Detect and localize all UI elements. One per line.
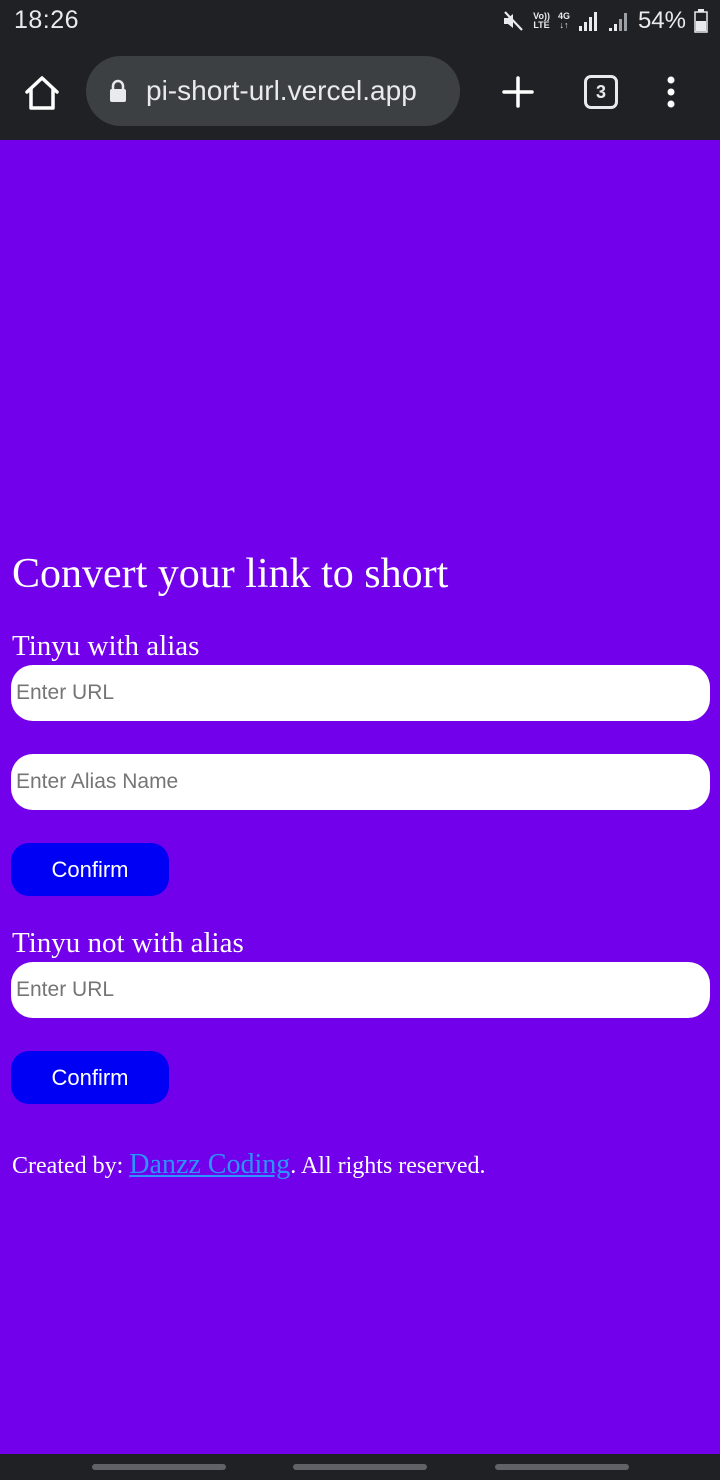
without-alias-label: Tinyu not with alias: [12, 927, 244, 959]
plus-icon[interactable]: [498, 72, 538, 112]
page-content: Convert your link to short Tinyu with al…: [0, 142, 720, 1454]
page-title: Convert your link to short: [12, 551, 449, 597]
home-nav-button[interactable]: [293, 1464, 427, 1470]
status-icons: Vo)) LTE 4G ↓↑ 54%: [501, 6, 708, 36]
back-nav-button[interactable]: [495, 1464, 629, 1470]
url-input-without-alias[interactable]: [11, 962, 710, 1018]
status-bar: 18:26 Vo)) LTE 4G ↓↑ 54%: [0, 0, 720, 44]
battery-percent: 54%: [637, 7, 686, 34]
author-link[interactable]: Danzz Coding: [129, 1149, 290, 1180]
confirm-with-alias-button[interactable]: Confirm: [11, 843, 169, 896]
home-icon[interactable]: [22, 73, 62, 113]
mute-icon: [504, 11, 523, 31]
alias-name-input[interactable]: [11, 754, 710, 810]
footer: Created by: Danzz Coding. All rights res…: [12, 1149, 486, 1181]
signal-icon: [608, 13, 627, 31]
browser-toolbar: pi-short-url.vercel.app 3: [0, 44, 720, 140]
recents-nav-button[interactable]: [92, 1464, 226, 1470]
network-indicator: 4G ↓↑: [557, 11, 570, 30]
battery-icon: [694, 9, 708, 33]
footer-prefix: Created by:: [12, 1153, 130, 1179]
status-time: 18:26: [14, 6, 80, 34]
navigation-bar: [0, 1454, 720, 1480]
tabs-icon[interactable]: 3: [584, 75, 618, 109]
lock-icon: [110, 79, 126, 102]
address-bar[interactable]: pi-short-url.vercel.app: [86, 56, 460, 126]
more-vertical-icon[interactable]: [660, 74, 682, 110]
with-alias-label: Tinyu with alias: [12, 630, 200, 662]
signal-icon: [578, 12, 597, 31]
url-input-with-alias[interactable]: [11, 665, 710, 721]
footer-suffix: . All rights reserved.: [290, 1153, 486, 1179]
volte-indicator: Vo)) LTE: [533, 11, 550, 30]
confirm-without-alias-button[interactable]: Confirm: [11, 1051, 169, 1104]
url-text: pi-short-url.vercel.app: [146, 75, 417, 106]
